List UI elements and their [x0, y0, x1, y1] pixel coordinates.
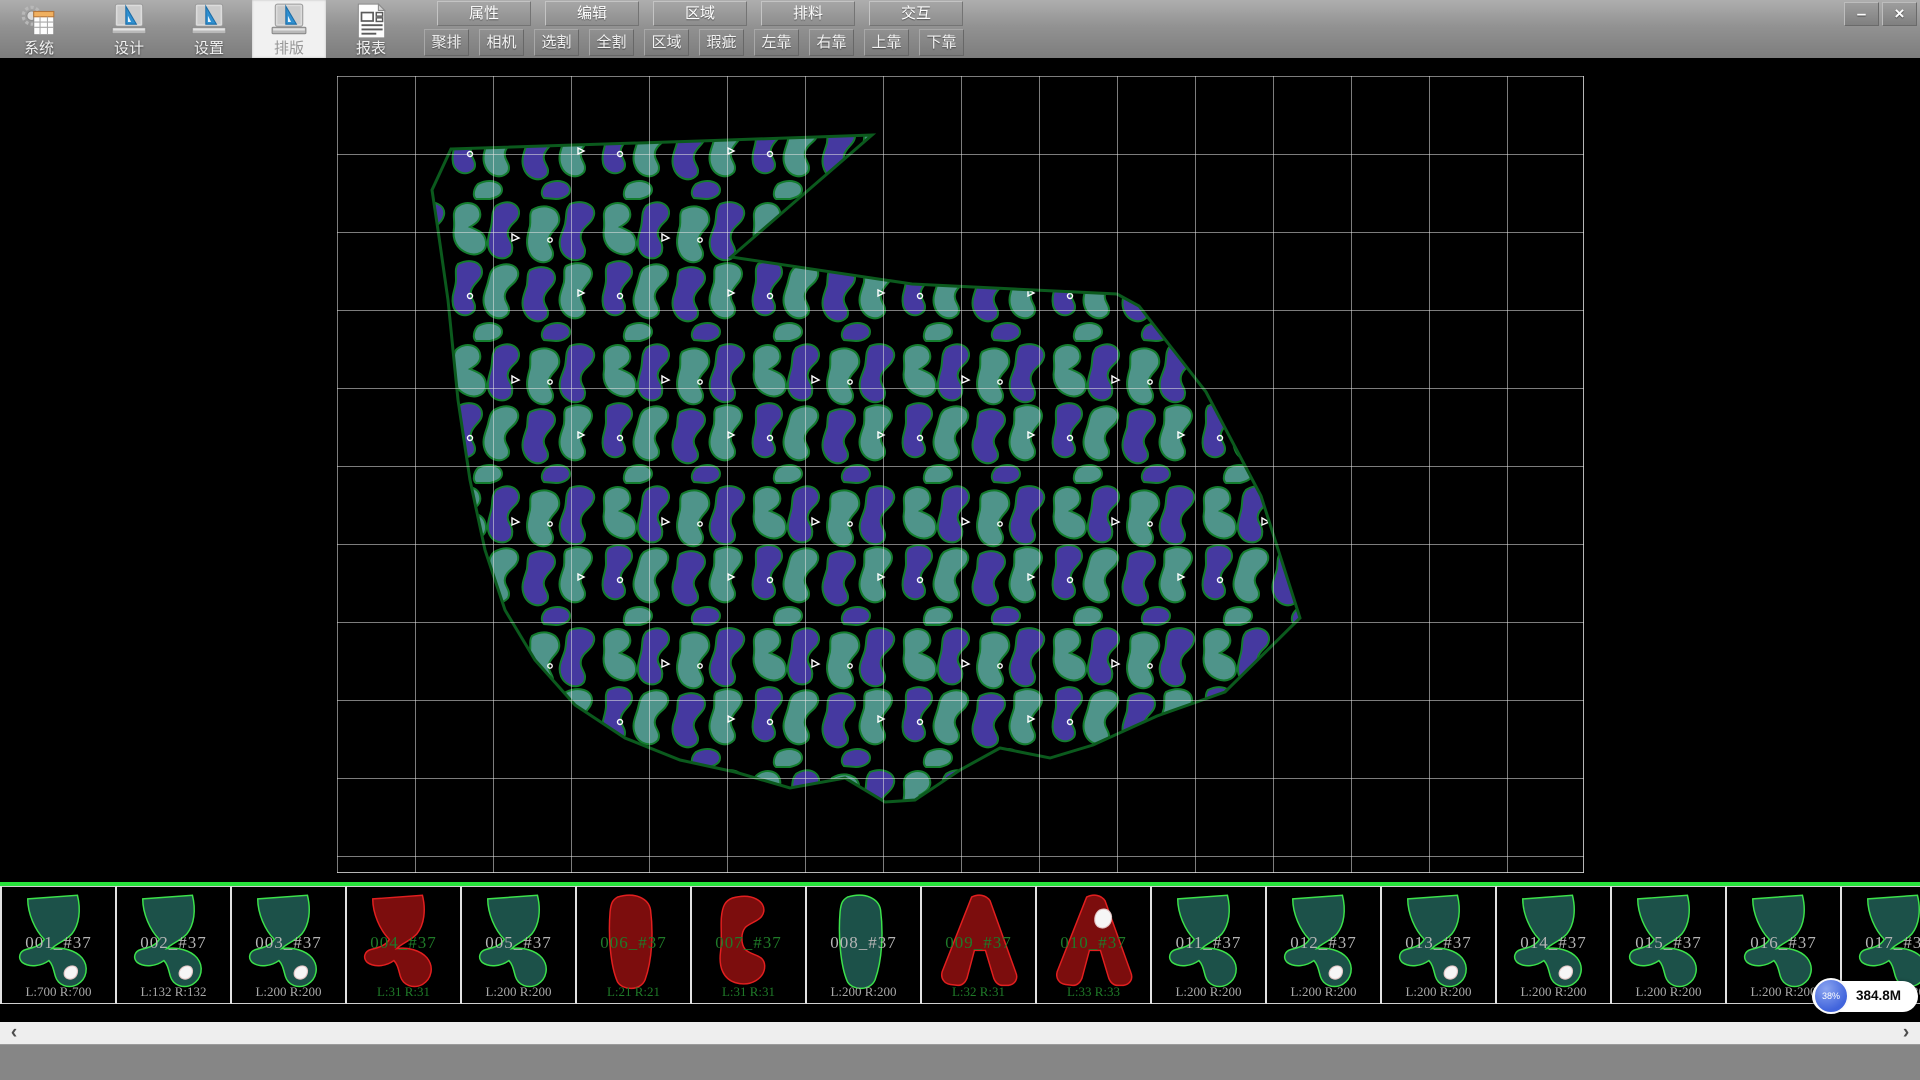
leather-hide-shape[interactable]: [0, 58, 1920, 882]
piece-label: 004_#37: [347, 933, 460, 953]
piece-lr-count: L:200 R:200: [1267, 984, 1380, 1000]
piece-lr-count: L:31 R:31: [692, 984, 805, 1000]
menu-tab-row: 属性 编辑 区域 排料 交互: [437, 1, 963, 26]
piece-label: 007_#37: [692, 933, 805, 953]
status-bar: [0, 1044, 1920, 1080]
thumbnail-cell[interactable]: 012_#37 L:200 R:200: [1267, 886, 1382, 1004]
piece-label: 011_#37: [1152, 933, 1265, 953]
hide-outline[interactable]: [432, 135, 1300, 802]
tool-cluster-nest[interactable]: 聚排: [424, 29, 469, 56]
thumbnail-cell[interactable]: 006_#37 L:21 R:21: [577, 886, 692, 1004]
design-ruler-icon: [109, 2, 149, 40]
thumbnail-strip: 001_#37 L:700 R:700 002_#37 L:132 R:132 …: [0, 882, 1920, 1006]
piece-thumbnails: 001_#37 L:700 R:700 002_#37 L:132 R:132 …: [0, 886, 1920, 1004]
thumbnail-cell[interactable]: 013_#37 L:200 R:200: [1382, 886, 1497, 1004]
thumbnail-cell[interactable]: 014_#37 L:200 R:200: [1497, 886, 1612, 1004]
piece-lr-count: L:200 R:200: [807, 984, 920, 1000]
main-button-design[interactable]: 设计: [92, 0, 166, 58]
minimize-button[interactable]: –: [1844, 2, 1879, 26]
piece-label: 014_#37: [1497, 933, 1610, 953]
top-toolbar: 系统 设计 设置 排版 报表 属性 编辑 区域 排料 交互 聚排 相机 选割 全…: [0, 0, 1920, 58]
piece-label: 003_#37: [232, 933, 345, 953]
piece-lr-count: L:200 R:200: [1612, 984, 1725, 1000]
nesting-ruler-icon: [269, 2, 309, 40]
piece-label: 001_#37: [2, 933, 115, 953]
piece-label: 016_#37: [1727, 933, 1840, 953]
scroll-left-icon[interactable]: ‹: [2, 1022, 26, 1044]
tool-region[interactable]: 区域: [644, 29, 689, 56]
tab-interaction[interactable]: 交互: [869, 1, 963, 26]
tool-defect[interactable]: 瑕疵: [699, 29, 744, 56]
tool-align-left[interactable]: 左靠: [754, 29, 799, 56]
progress-pill[interactable]: 38% 384.8M: [1812, 981, 1918, 1012]
thumbnail-cell[interactable]: 001_#37 L:700 R:700: [2, 886, 117, 1004]
tab-edit[interactable]: 编辑: [545, 1, 639, 26]
main-button-report[interactable]: 报表: [334, 0, 408, 58]
piece-label: 012_#37: [1267, 933, 1380, 953]
tab-region[interactable]: 区域: [653, 1, 747, 26]
main-button-system[interactable]: 系统: [2, 0, 76, 58]
thumbnail-cell[interactable]: 015_#37 L:200 R:200: [1612, 886, 1727, 1004]
main-button-label: 设计: [114, 40, 144, 57]
piece-label: 009_#37: [922, 933, 1035, 953]
nesting-canvas[interactable]: [0, 58, 1920, 882]
main-button-label: 报表: [356, 40, 386, 57]
piece-lr-count: L:200 R:200: [1497, 984, 1610, 1000]
thumbnail-cell[interactable]: 011_#37 L:200 R:200: [1152, 886, 1267, 1004]
tool-align-bottom[interactable]: 下靠: [919, 29, 964, 56]
thumbnail-cell[interactable]: 008_#37 L:200 R:200: [807, 886, 922, 1004]
piece-lr-count: L:21 R:21: [577, 984, 690, 1000]
thumbnail-cell[interactable]: 002_#37 L:132 R:132: [117, 886, 232, 1004]
settings-ruler-icon: [189, 2, 229, 40]
window-controls: – ×: [1844, 2, 1917, 26]
piece-label: 005_#37: [462, 933, 575, 953]
memory-usage: 384.8M: [1856, 988, 1901, 1003]
main-button-label: 设置: [194, 40, 224, 57]
piece-lr-count: L:200 R:200: [462, 984, 575, 1000]
piece-label: 015_#37: [1612, 933, 1725, 953]
main-button-settings[interactable]: 设置: [172, 0, 246, 58]
thumbnail-cell[interactable]: 009_#37 L:32 R:31: [922, 886, 1037, 1004]
piece-lr-count: L:32 R:31: [922, 984, 1035, 1000]
tool-align-right[interactable]: 右靠: [809, 29, 854, 56]
main-button-label: 系统: [24, 40, 54, 57]
tool-button-row: 聚排 相机 选割 全割 区域 瑕疵 左靠 右靠 上靠 下靠: [424, 29, 964, 56]
piece-lr-count: L:132 R:132: [117, 984, 230, 1000]
piece-lr-count: L:200 R:200: [1152, 984, 1265, 1000]
tab-nesting[interactable]: 排料: [761, 1, 855, 26]
piece-lr-count: L:700 R:700: [2, 984, 115, 1000]
tool-camera[interactable]: 相机: [479, 29, 524, 56]
close-button[interactable]: ×: [1882, 2, 1917, 26]
progress-percent-badge: 38%: [1813, 978, 1849, 1014]
thumbnail-cell[interactable]: 003_#37 L:200 R:200: [232, 886, 347, 1004]
tool-align-top[interactable]: 上靠: [864, 29, 909, 56]
tool-select-cut[interactable]: 选割: [534, 29, 579, 56]
piece-lr-count: L:31 R:31: [347, 984, 460, 1000]
main-button-label: 排版: [274, 40, 304, 57]
scroll-right-icon[interactable]: ›: [1894, 1022, 1918, 1044]
system-gear-table-icon: [19, 2, 59, 40]
piece-label: 006_#37: [577, 933, 690, 953]
piece-lr-count: L:200 R:200: [232, 984, 345, 1000]
report-document-icon: [351, 2, 391, 40]
tool-cut-all[interactable]: 全割: [589, 29, 634, 56]
thumbnail-cell[interactable]: 007_#37 L:31 R:31: [692, 886, 807, 1004]
main-button-nesting[interactable]: 排版: [252, 0, 326, 58]
thumbnail-cell[interactable]: 004_#37 L:31 R:31: [347, 886, 462, 1004]
thumbnail-cell[interactable]: 010_#37 L:33 R:33: [1037, 886, 1152, 1004]
piece-lr-count: L:33 R:33: [1037, 984, 1150, 1000]
piece-label: 010_#37: [1037, 933, 1150, 953]
piece-lr-count: L:200 R:200: [1382, 984, 1495, 1000]
tab-properties[interactable]: 属性: [437, 1, 531, 26]
piece-label: 002_#37: [117, 933, 230, 953]
horizontal-scrollbar[interactable]: ‹ ›: [0, 1022, 1920, 1044]
piece-label: 013_#37: [1382, 933, 1495, 953]
piece-label: 017_#37: [1842, 933, 1920, 953]
piece-label: 008_#37: [807, 933, 920, 953]
thumbnail-cell[interactable]: 005_#37 L:200 R:200: [462, 886, 577, 1004]
